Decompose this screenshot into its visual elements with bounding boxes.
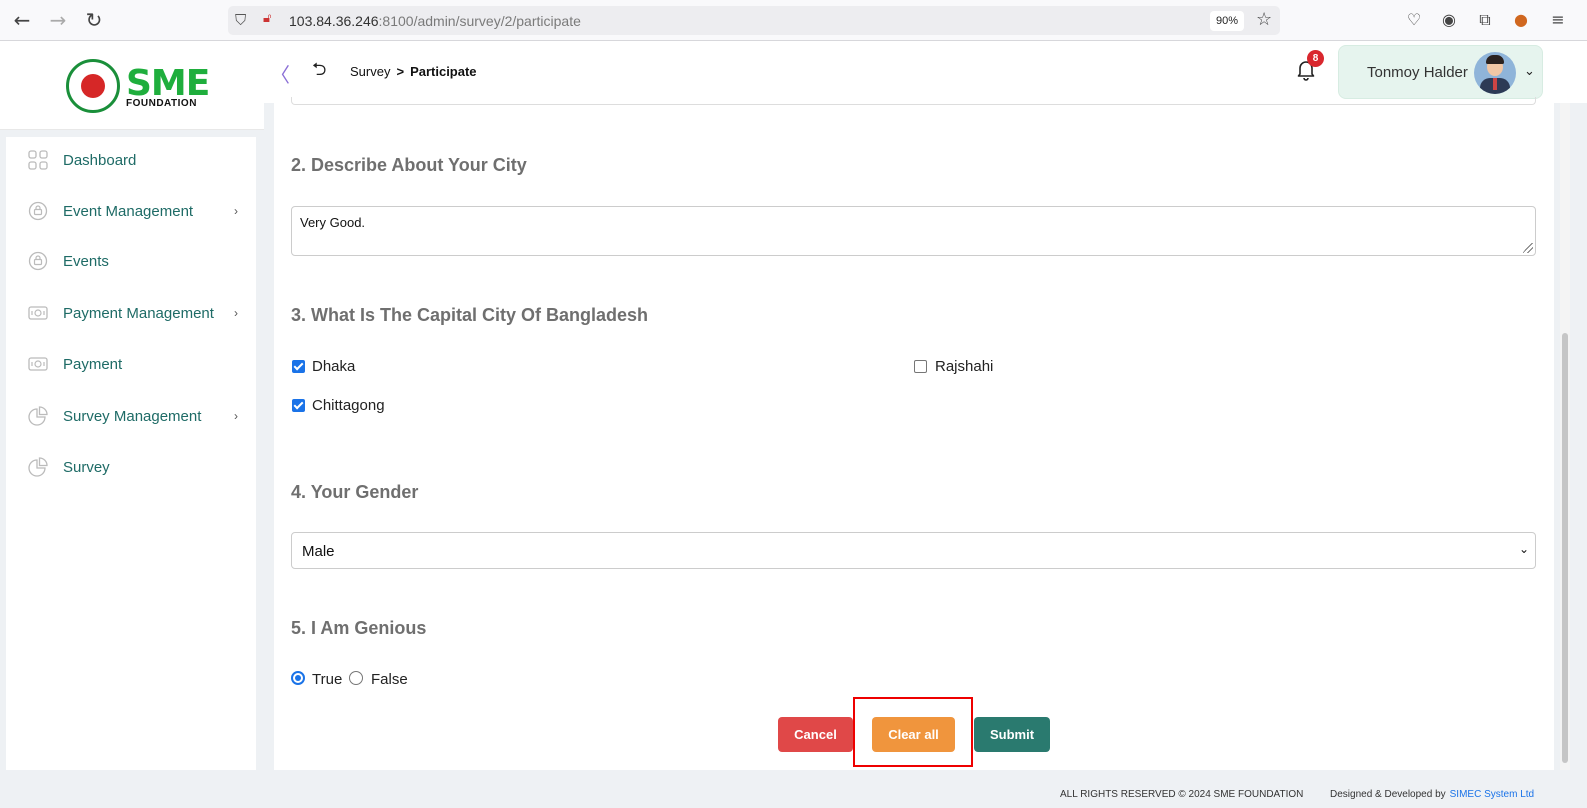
developer-credit: Designed & Developed by SIMEC System Ltd <box>1330 789 1534 800</box>
insecure-lock-icon[interactable]: 🔓︎ <box>263 11 271 26</box>
breadcrumb-survey[interactable]: Survey <box>350 64 390 79</box>
user-menu[interactable]: Tonmoy Halder ⌄ <box>1338 45 1543 99</box>
foundation-logo-text: FOUNDATION <box>126 98 197 109</box>
option-label-rajshahi: Rajshahi <box>935 358 994 375</box>
chevron-down-icon[interactable]: ⌄ <box>1524 64 1535 79</box>
chevron-right-icon: › <box>234 204 238 218</box>
notification-badge: 8 <box>1307 50 1324 67</box>
top-header: 〈 ⮌ Survey > Participate 8 Tonmoy Halder ⌄ <box>264 41 1587 103</box>
chevron-right-icon: › <box>234 409 238 423</box>
breadcrumb-current: Participate <box>410 64 477 79</box>
sidebar-item-label: Event Management <box>63 203 194 220</box>
sidebar-item-label: Events <box>63 253 109 270</box>
sidebar-item-events[interactable]: Events <box>6 241 256 281</box>
checkbox-chittagong[interactable] <box>292 399 305 412</box>
menu-icon[interactable]: ≡ <box>1547 9 1569 31</box>
cancel-button[interactable]: Cancel <box>778 717 853 752</box>
sidebar-header: SME FOUNDATION <box>0 41 264 130</box>
sidebar-item-survey-management[interactable]: Survey Management › <box>6 396 256 436</box>
sidebar-item-survey[interactable]: Survey <box>6 447 256 487</box>
browser-toolbar: ← → ↻ ⛉ 🔓︎ 103.84.36.246:8100/admin/surv… <box>0 0 1587 41</box>
sidebar-item-event-management[interactable]: Event Management › <box>6 191 256 231</box>
collapse-sidebar-icon[interactable]: 〈 <box>270 59 290 88</box>
highlight-annotation <box>853 697 973 767</box>
previous-field-edge <box>291 97 1536 105</box>
checkbox-rajshahi[interactable] <box>914 360 927 373</box>
option-label-true: True <box>312 671 343 688</box>
gender-select[interactable]: Male ⌄ <box>291 532 1536 569</box>
developer-link[interactable]: SIMEC System Ltd <box>1450 789 1534 800</box>
reload-icon[interactable]: ↻ <box>82 8 106 32</box>
sidebar-item-label: Survey <box>63 459 110 476</box>
url-text[interactable]: 103.84.36.246:8100/admin/survey/2/partic… <box>289 13 581 29</box>
user-name: Tonmoy Halder <box>1367 64 1468 81</box>
bookmark-star-icon[interactable]: ☆ <box>1256 9 1272 30</box>
payment-icon <box>28 357 48 371</box>
extensions-icon[interactable]: ⧉ <box>1474 9 1496 31</box>
sidebar-item-payment[interactable]: Payment <box>6 344 256 384</box>
account-icon[interactable]: ◉ <box>1438 9 1460 31</box>
scrollbar[interactable] <box>1560 103 1570 770</box>
pie-chart-icon <box>28 457 48 477</box>
option-label-chittagong: Chittagong <box>312 397 385 414</box>
sidebar-item-label: Survey Management <box>63 408 202 425</box>
question-3-title: 3. What Is The Capital City Of Banglades… <box>291 305 649 325</box>
forward-arrow-icon[interactable]: → <box>46 8 70 32</box>
footer: ALL RIGHTS RESERVED © 2024 SME FOUNDATIO… <box>264 780 1587 808</box>
grid-icon <box>28 150 48 170</box>
url-host: 103.84.36.246 <box>289 13 379 29</box>
scrollbar-thumb[interactable] <box>1562 333 1568 763</box>
extension-avatar-icon[interactable]: ● <box>1510 9 1532 31</box>
pie-chart-icon <box>28 406 48 426</box>
option-label-dhaka: Dhaka <box>312 358 356 375</box>
undo-back-icon[interactable]: ⮌ <box>312 57 326 87</box>
event-icon <box>28 251 48 271</box>
sidebar-item-label: Dashboard <box>63 152 137 169</box>
avatar <box>1474 52 1516 94</box>
address-bar[interactable]: ⛉ 🔓︎ 103.84.36.246:8100/admin/survey/2/p… <box>228 6 1280 35</box>
copyright-text: ALL RIGHTS RESERVED © 2024 SME FOUNDATIO… <box>1060 789 1304 800</box>
checkbox-dhaka[interactable] <box>292 360 305 373</box>
question-2-answer: Very Good. <box>300 215 366 230</box>
zoom-indicator[interactable]: 90% <box>1210 11 1244 31</box>
chevron-right-icon: › <box>234 306 238 320</box>
question-4-title: 4. Your Gender <box>291 482 419 502</box>
question-2-title: 2. Describe About Your City <box>291 155 527 175</box>
sidebar-item-payment-management[interactable]: Payment Management › <box>6 293 256 333</box>
question-5-title: 5. I Am Genious <box>291 618 427 638</box>
sidebar-nav: Dashboard Event Management › Events Paym… <box>6 137 256 770</box>
pocket-icon[interactable]: ♡ <box>1403 9 1425 31</box>
question-2-textarea[interactable]: Very Good. <box>291 206 1536 256</box>
chevron-down-icon: ⌄ <box>1518 542 1529 556</box>
gender-select-value: Male <box>302 543 335 560</box>
sidebar-item-dashboard[interactable]: Dashboard <box>6 140 256 180</box>
sidebar-item-label: Payment Management <box>63 305 214 322</box>
payment-icon <box>28 306 48 320</box>
back-arrow-icon[interactable]: ← <box>10 8 34 32</box>
breadcrumb-separator: > <box>396 64 405 79</box>
government-seal-logo <box>66 59 120 113</box>
sme-logo-text: SME <box>126 63 210 104</box>
resize-handle-icon[interactable] <box>1523 243 1533 253</box>
radio-false[interactable] <box>349 671 363 685</box>
url-path: :8100/admin/survey/2/participate <box>378 13 581 29</box>
survey-form: 2. Describe About Your City Very Good. 3… <box>274 97 1554 770</box>
event-icon <box>28 201 48 221</box>
submit-button[interactable]: Submit <box>974 717 1050 752</box>
radio-true[interactable] <box>291 671 305 685</box>
breadcrumb: Survey > Participate <box>350 64 477 79</box>
sidebar-item-label: Payment <box>63 356 123 373</box>
shield-icon[interactable]: ⛉ <box>235 11 246 29</box>
option-label-false: False <box>371 671 408 688</box>
developer-prefix: Designed & Developed by <box>1330 789 1446 800</box>
